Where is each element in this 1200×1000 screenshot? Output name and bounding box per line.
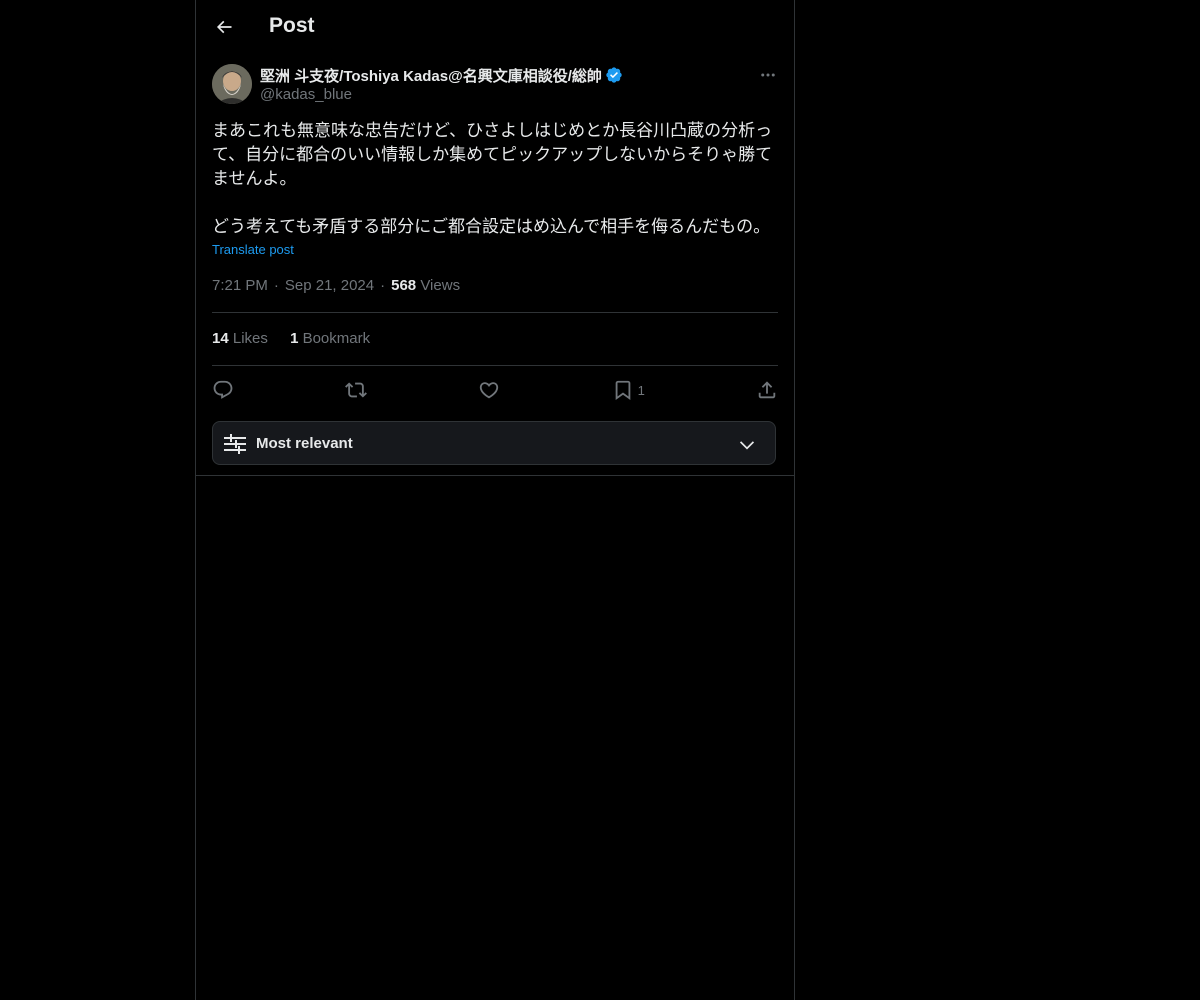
likes-count: 14 bbox=[212, 330, 229, 347]
likes-label: Likes bbox=[232, 330, 268, 347]
sliders-icon bbox=[224, 434, 246, 454]
bookmarks-label: Bookmark bbox=[302, 330, 371, 347]
repost-button[interactable] bbox=[345, 379, 368, 401]
primary-column: Post 堅洲 斗支夜/Toshiya Kadas@名興文庫相談役/総帥 @ka… bbox=[195, 0, 795, 1000]
post-date[interactable]: Sep 21, 2024 bbox=[285, 277, 374, 294]
separator-dot: · bbox=[273, 277, 279, 294]
bookmark-icon[interactable] bbox=[612, 379, 634, 401]
like-button[interactable] bbox=[478, 379, 500, 401]
views-count: 568 bbox=[391, 277, 417, 294]
engagement-stats: 14 Likes 1 Bookmark bbox=[212, 330, 388, 347]
bookmarks-count: 1 bbox=[290, 330, 299, 347]
page-title: Post bbox=[269, 14, 315, 37]
bookmarks-stat[interactable]: 1 Bookmark bbox=[290, 330, 370, 347]
reply-icon[interactable] bbox=[212, 379, 234, 401]
likes-stat[interactable]: 14 Likes bbox=[212, 330, 268, 347]
post-metadata: 7:21 PM · Sep 21, 2024 · 568 Views bbox=[212, 277, 460, 294]
sort-label: Most relevant bbox=[256, 435, 353, 452]
share-icon[interactable] bbox=[756, 379, 778, 401]
post-text: まあこれも無意味な忠告だけど、ひさよしはじめとか長谷川凸蔵の分析って、自分に都合… bbox=[212, 119, 780, 239]
separator-dot: · bbox=[380, 277, 386, 294]
more-options-button[interactable] bbox=[756, 64, 780, 86]
divider bbox=[212, 365, 778, 366]
bookmark-count: 1 bbox=[637, 382, 645, 398]
avatar-image bbox=[212, 64, 252, 104]
post-paragraph: まあこれも無意味な忠告だけど、ひさよしはじめとか長谷川凸蔵の分析って、自分に都合… bbox=[212, 121, 773, 188]
author-handle[interactable]: @kadas_blue bbox=[260, 86, 352, 103]
reply-sort-dropdown[interactable]: Most relevant bbox=[212, 421, 776, 465]
post-paragraph: どう考えても矛盾する部分にご都合設定はめ込んで相手を侮るんだもの。 bbox=[212, 217, 771, 236]
post-time[interactable]: 7:21 PM bbox=[212, 277, 268, 294]
chevron-down-icon bbox=[739, 441, 755, 450]
post-header: Post bbox=[196, 0, 794, 54]
views-label: Views bbox=[420, 277, 461, 294]
author-name[interactable]: 堅洲 斗支夜/Toshiya Kadas@名興文庫相談役/総帥 bbox=[260, 64, 623, 86]
divider bbox=[196, 475, 794, 476]
avatar[interactable] bbox=[212, 64, 252, 104]
back-button[interactable] bbox=[208, 11, 240, 43]
more-horizontal-icon[interactable] bbox=[759, 66, 777, 84]
translate-post-link[interactable]: Translate post bbox=[212, 242, 294, 257]
heart-icon[interactable] bbox=[478, 379, 500, 401]
author-display-name[interactable]: 堅洲 斗支夜/Toshiya Kadas@名興文庫相談役/総帥 bbox=[260, 65, 602, 86]
reply-button[interactable] bbox=[212, 379, 234, 401]
divider bbox=[212, 312, 778, 313]
action-bar: 1 bbox=[212, 376, 778, 404]
verified-badge-icon[interactable] bbox=[605, 66, 623, 84]
repost-icon[interactable] bbox=[345, 379, 368, 401]
bookmark-button[interactable]: 1 bbox=[612, 379, 645, 401]
share-button[interactable] bbox=[756, 379, 778, 401]
arrow-left-icon[interactable] bbox=[214, 17, 234, 37]
